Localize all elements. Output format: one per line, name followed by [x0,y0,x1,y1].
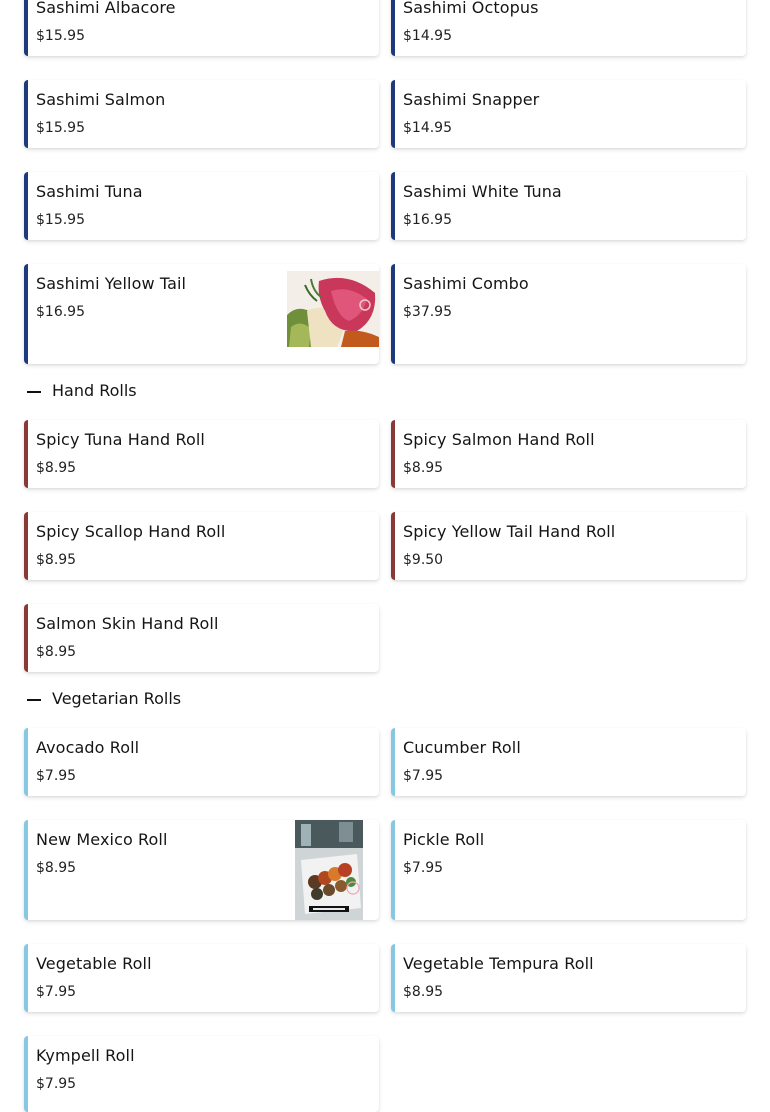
menu-item-price: $8.95 [36,460,77,476]
sashimi-photo-image [287,271,379,347]
menu-item-price: $7.95 [36,1076,77,1092]
menu-item-name: Sashimi Albacore [36,0,176,17]
section-title: Hand Rolls [52,381,137,400]
menu-item-price: $7.95 [403,860,444,876]
menu-item-card[interactable]: Sashimi Albacore $15.95 [24,0,379,56]
menu-item-card[interactable]: Sashimi Yellow Tail $16.95 [24,264,379,364]
menu-item-price: $8.95 [36,860,77,876]
menu-item-card[interactable]: Spicy Scallop Hand Roll $8.95 [24,512,379,580]
menu-item-card[interactable]: Vegetable Roll $7.95 [24,944,379,1012]
menu-item-card[interactable]: Avocado Roll $7.95 [24,728,379,796]
menu-item-name: Sashimi Salmon [36,90,166,109]
menu-item-card[interactable]: Sashimi Snapper $14.95 [391,80,746,148]
menu-item-card[interactable]: Sashimi White Tuna $16.95 [391,172,746,240]
section-title: Vegetarian Rolls [52,689,182,708]
menu-item-price: $14.95 [403,120,452,136]
menu-item-name: Cucumber Roll [403,738,521,757]
menu-item-card[interactable]: Spicy Yellow Tail Hand Roll $9.50 [391,512,746,580]
menu-item-card[interactable]: Pickle Roll $7.95 [391,820,746,920]
menu-item-price: $8.95 [36,644,77,660]
menu-item-name: Vegetable Tempura Roll [403,954,594,973]
menu-item-name: Sashimi Yellow Tail [36,274,187,293]
menu-item-price: $8.95 [403,460,444,476]
menu-item-name: Sashimi Snapper [403,90,540,109]
menu-item-price: $15.95 [36,120,85,136]
menu-item-price: $15.95 [36,28,85,44]
menu-item-name: Sashimi White Tuna [403,182,562,201]
menu-item-card[interactable]: Spicy Tuna Hand Roll $8.95 [24,420,379,488]
menu-item-price: $7.95 [36,768,77,784]
menu-item-price: $7.95 [403,768,444,784]
roll-photo-image [295,820,363,920]
menu-item-card[interactable]: Sashimi Combo $37.95 [391,264,746,364]
menu-item-card[interactable]: Sashimi Salmon $15.95 [24,80,379,148]
menu-item-card[interactable]: Sashimi Octopus $14.95 [391,0,746,56]
menu-item-name: Spicy Yellow Tail Hand Roll [403,522,616,541]
menu-item-card[interactable]: Kympell Roll $7.95 [24,1036,379,1112]
minus-icon[interactable] [27,391,41,393]
menu-item-card[interactable]: Cucumber Roll $7.95 [391,728,746,796]
menu-item-photo[interactable] [295,820,363,920]
menu-item-name: Spicy Salmon Hand Roll [403,430,595,449]
menu-item-card[interactable]: New Mexico Roll $8.95 [24,820,379,920]
menu-item-name: Kympell Roll [36,1046,135,1065]
menu-item-name: Salmon Skin Hand Roll [36,614,219,633]
section-header-vegetarian-rolls[interactable]: Vegetarian Rolls [24,686,324,714]
menu-item-name: Spicy Tuna Hand Roll [36,430,205,449]
menu-item-price: $16.95 [403,212,452,228]
menu-item-price: $14.95 [403,28,452,44]
menu-item-name: Sashimi Combo [403,274,529,293]
menu-item-card[interactable]: Spicy Salmon Hand Roll $8.95 [391,420,746,488]
menu-item-price: $7.95 [36,984,77,1000]
menu-item-price: $9.50 [403,552,444,568]
menu-item-name: Pickle Roll [403,830,485,849]
menu-item-card[interactable]: Sashimi Tuna $15.95 [24,172,379,240]
menu-item-name: Spicy Scallop Hand Roll [36,522,226,541]
menu-item-name: Sashimi Tuna [36,182,143,201]
section-header-hand-rolls[interactable]: Hand Rolls [24,378,324,406]
menu-item-name: Sashimi Octopus [403,0,539,17]
menu-item-price: $37.95 [403,304,452,320]
menu-item-price: $15.95 [36,212,85,228]
menu-item-price: $16.95 [36,304,85,320]
minus-icon[interactable] [27,699,41,701]
menu-item-name: Vegetable Roll [36,954,152,973]
menu-item-price: $8.95 [36,552,77,568]
menu-item-photo[interactable] [287,271,379,347]
menu-item-card[interactable]: Salmon Skin Hand Roll $8.95 [24,604,379,672]
menu-item-price: $8.95 [403,984,444,1000]
menu-item-name: New Mexico Roll [36,830,168,849]
menu-item-name: Avocado Roll [36,738,140,757]
menu-item-card[interactable]: Vegetable Tempura Roll $8.95 [391,944,746,1012]
